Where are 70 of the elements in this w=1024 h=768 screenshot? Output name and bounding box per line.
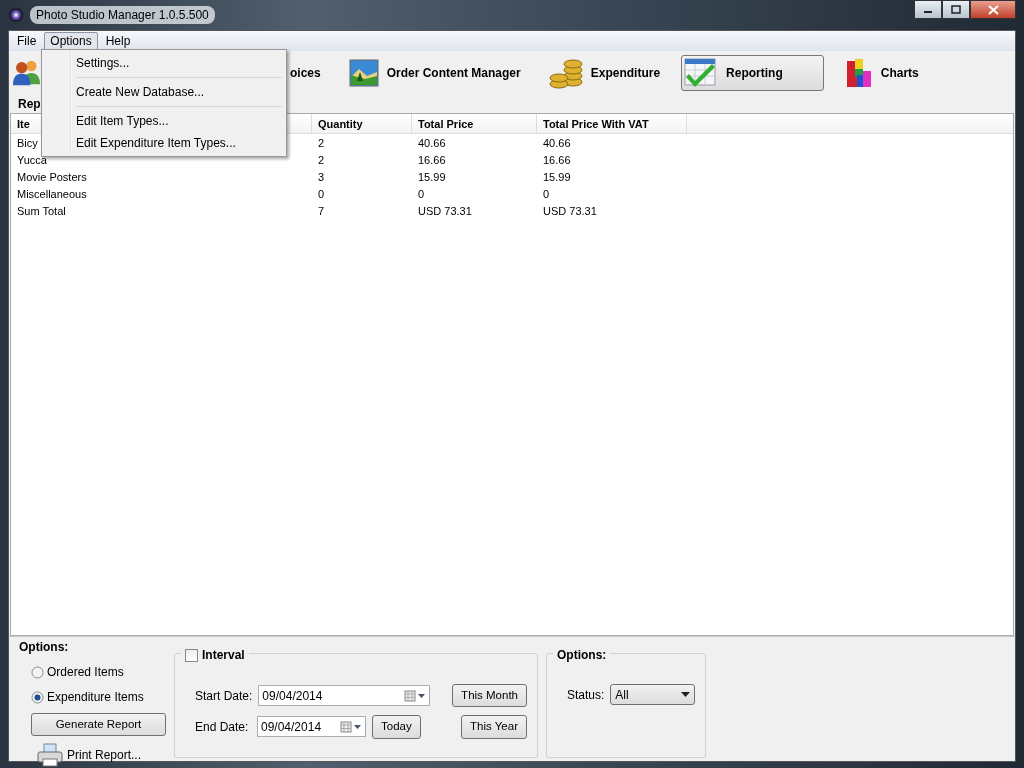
this-month-button[interactable]: This Month (452, 684, 527, 708)
group-title: Rep (18, 97, 41, 111)
printer-icon (37, 743, 63, 768)
table-cell: USD 73.31 (418, 205, 472, 217)
people-icon (13, 59, 40, 87)
menu-item[interactable]: Edit Expenditure Item Types... (44, 132, 284, 154)
status-dropdown[interactable]: All (610, 684, 695, 705)
table-cell: Miscellaneous (17, 188, 87, 200)
table-cell: Sum Total (17, 205, 66, 217)
radio-button[interactable] (31, 690, 44, 704)
table-cell: 40.66 (543, 137, 571, 149)
date-field[interactable]: 09/04/2014 (258, 685, 431, 707)
toolbar-button[interactable]: Reporting (681, 55, 824, 91)
menu-item[interactable]: Edit Item Types... (44, 110, 284, 132)
table-cell: 16.66 (418, 154, 446, 166)
menu-item[interactable]: Settings... (44, 52, 284, 74)
date-field[interactable]: 09/04/2014 (257, 716, 366, 738)
minimize-button[interactable] (914, 0, 942, 19)
toolbar-button[interactable]: Charts (837, 55, 926, 91)
menu-item[interactable]: File (11, 31, 43, 51)
table-cell: Yucca (17, 154, 47, 166)
radio-button[interactable] (31, 665, 44, 679)
calendar-dropdown-icon[interactable] (340, 720, 362, 733)
column-header[interactable]: Quantity (312, 114, 412, 133)
landscape-icon (348, 59, 379, 87)
table-cell: 0 (418, 188, 425, 200)
field-label: Start Date: (195, 687, 253, 705)
this-year-button[interactable]: This Year (461, 715, 527, 739)
checkbox-label: Interval (202, 647, 245, 664)
toolbar-button[interactable]: Expenditure (541, 55, 668, 91)
interval-checkbox[interactable] (185, 648, 198, 662)
table-cell: 15.99 (418, 171, 446, 183)
maximize-button[interactable] (942, 0, 970, 19)
radio-label: Expenditure Items (47, 689, 144, 706)
coins-icon (548, 57, 583, 89)
app-icon (8, 7, 24, 23)
today-button[interactable]: Today (372, 715, 421, 739)
table-cell: 2 (318, 154, 325, 166)
close-icon (987, 4, 999, 15)
table-cell: 15.99 (543, 171, 571, 183)
menu-item[interactable]: Help (99, 31, 137, 51)
table-cell: 0 (543, 188, 550, 200)
window-title: Photo Studio Manager 1.0.5.500 (30, 6, 215, 24)
table-cell: Movie Posters (17, 171, 87, 183)
table-cell: 7 (318, 205, 325, 217)
table-cell: USD 73.31 (543, 205, 597, 217)
group-title: Options: (557, 647, 607, 664)
caret-icon (681, 692, 690, 697)
close-button[interactable] (970, 0, 1016, 19)
toolbar-button[interactable]: oices (283, 55, 328, 91)
table-cell: 2 (318, 137, 325, 149)
calendar-dropdown-icon[interactable] (404, 689, 427, 702)
field-label: Status: (567, 686, 605, 704)
group-title: Options: (19, 639, 69, 656)
toolbar-button[interactable]: Order Content Manager (341, 55, 528, 91)
column-header[interactable]: Total Price With VAT (537, 114, 687, 133)
maximize-icon (951, 5, 961, 14)
table-cell: 16.66 (543, 154, 571, 166)
blocks-icon (844, 57, 873, 89)
checkmark-icon (684, 57, 719, 89)
column-header[interactable]: Total Price (412, 114, 537, 133)
generate-report-button[interactable]: Generate Report (31, 713, 166, 737)
radio-label: Ordered Items (47, 664, 124, 681)
table-cell: 40.66 (418, 137, 446, 149)
table-cell: 0 (318, 188, 325, 200)
field-label: End Date: (195, 718, 250, 736)
table-cell: Bicy (17, 137, 38, 149)
print-report-link[interactable]: Print Report... (67, 746, 142, 765)
menu-item[interactable]: Create New Database... (44, 81, 284, 103)
table-cell: 3 (318, 171, 325, 183)
